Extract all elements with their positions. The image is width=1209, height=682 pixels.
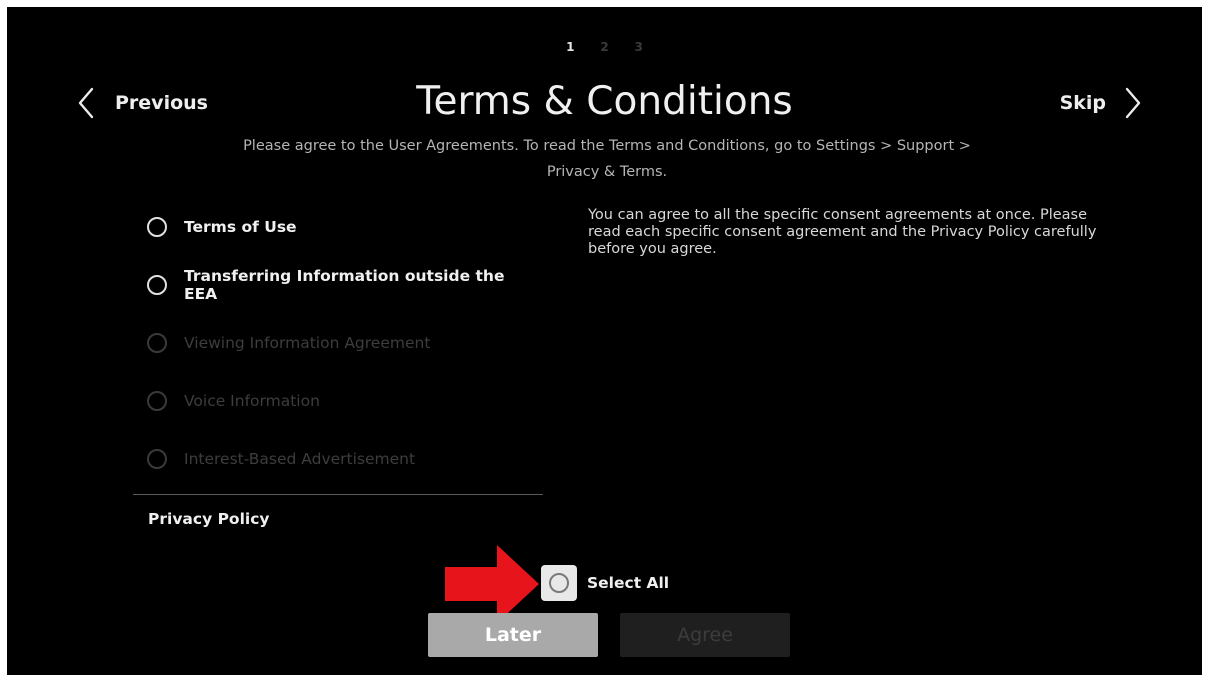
skip-button[interactable]: Skip	[1060, 85, 1142, 121]
radio-icon	[147, 391, 167, 411]
agreement-viewing-information: Viewing Information Agreement	[133, 314, 543, 372]
select-all-label: Select All	[587, 574, 670, 592]
consent-info-text: You can agree to all the specific consen…	[588, 207, 1097, 257]
agreement-label: Transferring Information outside the EEA	[184, 267, 505, 303]
chevron-right-icon	[1124, 87, 1142, 119]
tv-screen: 1 2 3 Previous Terms & Conditions Skip P…	[7, 7, 1202, 675]
radio-icon	[147, 449, 167, 469]
select-all-radio-icon	[541, 565, 577, 601]
agreement-transferring-information[interactable]: Transferring Information outside the EEA	[133, 256, 543, 314]
step-3: 3	[634, 40, 643, 54]
page-subtitle: Please agree to the User Agreements. To …	[243, 138, 971, 180]
annotation-arrow-icon	[445, 545, 539, 623]
radio-icon	[147, 275, 167, 295]
step-1: 1	[566, 40, 575, 54]
select-all-checkbox[interactable]: Select All	[541, 565, 669, 601]
agreement-interest-based-ads: Interest-Based Advertisement	[133, 430, 543, 488]
divider	[133, 494, 543, 495]
radio-icon	[147, 217, 167, 237]
later-button[interactable]: Later	[428, 613, 598, 657]
agreement-voice-information: Voice Information	[133, 372, 543, 430]
step-indicator: 1 2 3	[7, 40, 1202, 54]
agreement-label: Viewing Information Agreement	[184, 334, 431, 352]
step-2: 2	[600, 40, 609, 54]
agreement-label: Voice Information	[184, 392, 320, 410]
agreement-list: Terms of Use Transferring Information ou…	[133, 198, 543, 488]
radio-icon	[147, 333, 167, 353]
page-title: Terms & Conditions	[416, 79, 793, 124]
skip-label: Skip	[1059, 92, 1106, 114]
agreement-terms-of-use[interactable]: Terms of Use	[133, 198, 543, 256]
agreement-label: Terms of Use	[184, 218, 297, 236]
agree-button: Agree	[620, 613, 790, 657]
agreement-label: Interest-Based Advertisement	[184, 450, 416, 468]
privacy-policy-link[interactable]: Privacy Policy	[148, 510, 270, 528]
